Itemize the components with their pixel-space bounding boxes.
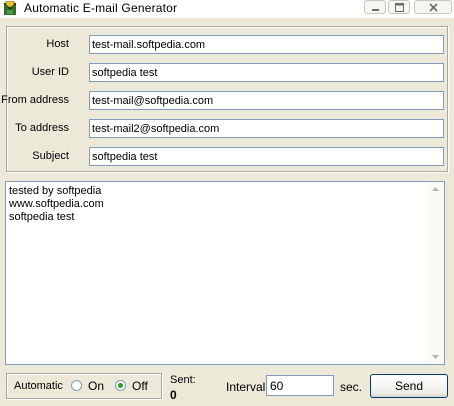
subject-label: Subject — [32, 150, 69, 162]
off-radio[interactable] — [115, 380, 126, 391]
on-radio[interactable] — [71, 380, 82, 391]
window-title: Automatic E-mail Generator — [24, 1, 178, 15]
close-icon — [429, 3, 438, 12]
to-address-label: To address — [15, 122, 69, 134]
minimize-button[interactable] — [364, 0, 386, 14]
user-id-label: User ID — [31, 66, 69, 78]
close-button[interactable] — [414, 0, 452, 14]
subject-field[interactable] — [89, 147, 444, 166]
from-address-label: From address — [1, 94, 69, 106]
host-field[interactable] — [89, 35, 444, 54]
user-id-field[interactable] — [89, 63, 444, 82]
sent-count: 0 — [170, 388, 177, 402]
title-bar[interactable]: Automatic E-mail Generator — [0, 0, 454, 18]
off-radio-label[interactable]: Off — [132, 379, 148, 393]
maximize-button[interactable] — [388, 0, 410, 14]
on-radio-label[interactable]: On — [88, 379, 104, 393]
maximize-icon — [395, 3, 404, 12]
main-window: Automatic E-mail Generator Host User ID … — [0, 0, 454, 406]
sent-label: Sent: — [170, 374, 196, 386]
send-button[interactable]: Send — [370, 374, 448, 398]
scroll-up-icon[interactable] — [427, 182, 444, 196]
automatic-mode-group: Automatic On Off — [6, 373, 162, 399]
interval-input[interactable] — [266, 375, 334, 396]
message-body-text: tested by softpedia www.softpedia.com so… — [9, 185, 104, 223]
interval-label: Interval — [226, 380, 266, 394]
from-address-field[interactable] — [89, 91, 444, 110]
interval-unit-label: sec. — [340, 380, 363, 394]
message-body-textarea[interactable]: tested by softpedia www.softpedia.com so… — [5, 181, 445, 365]
mail-settings-group: Host User ID From address To address Sub… — [1, 26, 448, 172]
minimize-icon — [372, 9, 379, 11]
automatic-label: Automatic — [14, 380, 63, 392]
host-label: Host — [46, 38, 69, 50]
to-address-field[interactable] — [89, 119, 444, 138]
vertical-scrollbar[interactable] — [427, 182, 444, 364]
envelope-icon — [3, 0, 17, 16]
scroll-down-icon[interactable] — [427, 350, 444, 364]
